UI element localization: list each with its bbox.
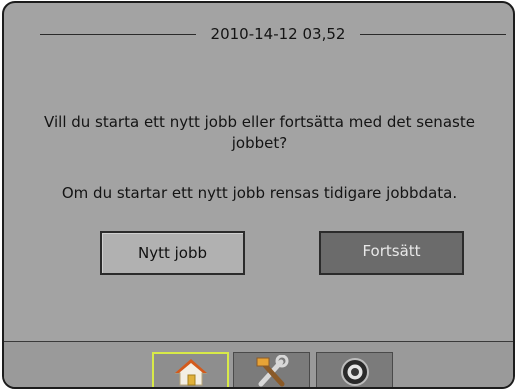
dialog-question: Vill du starta ett nytt jobb eller forts… [44,113,475,152]
tab-camera[interactable] [316,352,393,387]
camera-icon [339,356,371,387]
tab-tools[interactable] [233,352,310,387]
continue-button[interactable]: Fortsätt [319,231,464,275]
home-icon [174,358,208,386]
header-divider-left [40,34,196,35]
dialog-info: Om du startar ett nytt jobb rensas tidig… [61,184,458,202]
tab-home[interactable] [152,352,229,387]
bottom-nav-bar [4,342,513,387]
header: 2010-14-12 03,52 [4,3,513,59]
tools-icon [253,355,291,387]
new-job-button[interactable]: Nytt jobb [100,231,245,275]
date-time-display: 2010-14-12 03,52 [210,25,346,43]
header-divider-right [360,34,506,35]
device-screen: 2010-14-12 03,52 Vill du starta ett nytt… [2,1,515,389]
